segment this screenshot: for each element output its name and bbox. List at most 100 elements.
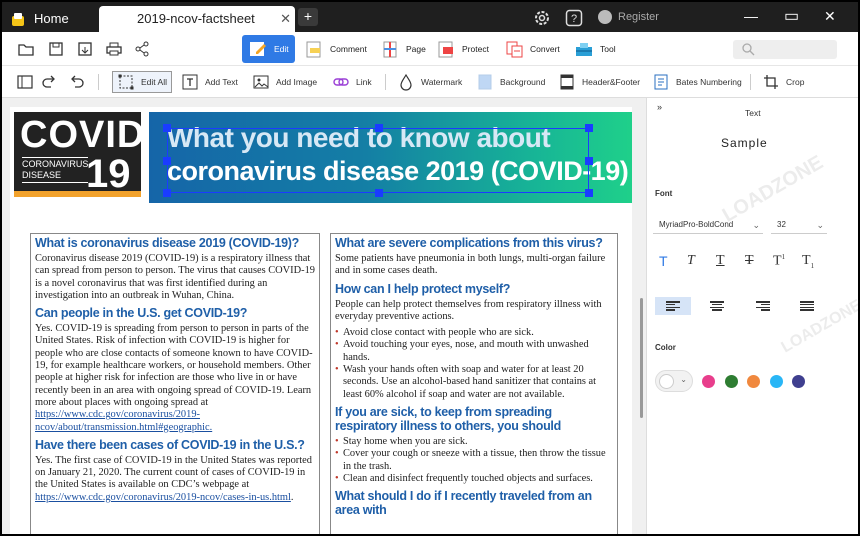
color-swatch-pink[interactable] xyxy=(702,375,715,388)
tab-close-button[interactable]: ✕ xyxy=(280,6,291,32)
color-swatch-orange[interactable] xyxy=(747,375,760,388)
strikethrough-button[interactable]: T xyxy=(745,253,754,269)
tool-tool[interactable]: Tool xyxy=(568,35,622,63)
document-viewport[interactable]: COVID CORONAVIRUS DISEASE 19 What you nee… xyxy=(2,98,646,534)
logo-disease-text: DISEASE xyxy=(22,170,62,180)
resize-handle[interactable] xyxy=(585,189,593,197)
logo-covid-text: COVID xyxy=(20,114,146,156)
align-justify-button[interactable] xyxy=(789,297,825,315)
save-icon[interactable] xyxy=(47,40,65,58)
add-text-button[interactable]: Add Text xyxy=(181,71,238,93)
text-selection-box[interactable] xyxy=(163,124,593,197)
user-avatar-icon xyxy=(598,10,612,24)
add-image-label: Add Image xyxy=(276,77,318,87)
paragraph-can-people-get: Yes. COVID-19 is spreading from person t… xyxy=(35,323,315,434)
vertical-scrollbar[interactable] xyxy=(640,298,643,418)
align-justify-icon xyxy=(800,301,814,311)
color-swatch-indigo[interactable] xyxy=(792,375,805,388)
header-footer-label: Header&Footer xyxy=(582,77,641,87)
settings-gear-icon[interactable] xyxy=(533,9,551,27)
redo-icon[interactable] xyxy=(40,73,58,91)
background-label: Background xyxy=(500,77,546,87)
color-swatch-light-blue[interactable] xyxy=(770,375,783,388)
align-left-button[interactable] xyxy=(655,297,691,315)
help-icon[interactable]: ? xyxy=(565,9,583,27)
toolbar-divider xyxy=(750,74,751,90)
align-right-button[interactable] xyxy=(745,297,781,315)
resize-handle[interactable] xyxy=(585,124,593,132)
subscript-button[interactable]: T1 xyxy=(802,253,814,270)
bates-numbering-label: Bates Numbering xyxy=(676,77,742,87)
close-window-button[interactable]: ✕ xyxy=(824,8,842,26)
tool-page[interactable]: Page xyxy=(374,35,432,63)
page-icon xyxy=(380,39,400,59)
link-button[interactable]: Link xyxy=(332,71,372,93)
align-center-button[interactable] xyxy=(699,297,735,315)
heading-complications: What are severe complications from this … xyxy=(335,236,603,250)
search-input[interactable] xyxy=(733,40,837,59)
align-right-icon xyxy=(756,301,770,311)
logo-coronavirus-disease-text: CORONAVIRUS DISEASE xyxy=(22,157,89,183)
heading-recently-traveled: What should I do if I recently traveled … xyxy=(335,489,592,518)
save-as-icon[interactable] xyxy=(76,40,94,58)
edit-all-button[interactable]: Edit All xyxy=(112,71,172,93)
tab-document[interactable]: 2019-ncov-factsheet ✕ xyxy=(99,6,295,32)
transmission-link[interactable]: https://www.cdc.gov/coronavirus/2019-nco… xyxy=(35,409,212,432)
new-tab-button[interactable]: + xyxy=(298,8,318,26)
toolbar-divider xyxy=(98,74,99,90)
watermark-button[interactable]: Watermark xyxy=(397,71,462,93)
font-sample-preview: Sample xyxy=(721,136,768,150)
superscript-button[interactable]: T1 xyxy=(773,253,785,270)
resize-handle[interactable] xyxy=(163,157,171,165)
header-footer-button[interactable]: Header&Footer xyxy=(558,71,640,93)
toolbox-icon xyxy=(574,39,594,59)
chevron-down-icon: ⌄ xyxy=(680,375,687,384)
link-label: Link xyxy=(356,77,372,87)
font-family-select[interactable]: MyriadPro-BoldCond ⌄ xyxy=(653,216,763,234)
tool-protect[interactable]: Protect xyxy=(430,35,495,63)
resize-handle[interactable] xyxy=(375,189,383,197)
share-icon[interactable] xyxy=(133,40,151,58)
background-button[interactable]: Background xyxy=(476,71,545,93)
crop-button[interactable]: Crop xyxy=(762,71,804,93)
list-item: Avoid close contact with people who are … xyxy=(335,327,613,340)
color-picker-dropdown[interactable]: ⌄ xyxy=(655,370,693,392)
regular-style-button[interactable]: T xyxy=(659,253,668,269)
pdf-page[interactable]: COVID CORONAVIRUS DISEASE 19 What you nee… xyxy=(10,107,632,534)
sidebar-toggle-icon[interactable] xyxy=(16,73,34,91)
tab-home[interactable]: Home xyxy=(10,5,69,32)
align-left-icon xyxy=(666,301,680,311)
underline-button[interactable]: T xyxy=(716,253,725,269)
resize-handle[interactable] xyxy=(375,124,383,132)
list-item: Avoid touching your eyes, nose, and mout… xyxy=(335,339,613,364)
tool-protect-label: Protect xyxy=(462,44,489,54)
resize-handle[interactable] xyxy=(163,124,171,132)
font-size-select[interactable]: 32 ⌄ xyxy=(771,216,827,234)
bates-numbering-icon xyxy=(652,73,670,91)
app-window: Home 2019-ncov-factsheet ✕ + ? Register … xyxy=(2,2,858,534)
register-label: Register xyxy=(618,11,659,23)
tool-comment[interactable]: Comment xyxy=(298,35,373,63)
add-image-button[interactable]: Add Image xyxy=(252,71,317,93)
resize-handle[interactable] xyxy=(585,157,593,165)
color-swatch-green[interactable] xyxy=(725,375,738,388)
print-icon[interactable] xyxy=(105,40,123,58)
undo-icon[interactable] xyxy=(68,73,86,91)
title-bar: Home 2019-ncov-factsheet ✕ + ? Register … xyxy=(2,2,858,32)
resize-handle[interactable] xyxy=(163,189,171,197)
tab-home-label: Home xyxy=(34,11,69,26)
cases-in-us-link[interactable]: https://www.cdc.gov/coronavirus/2019-nco… xyxy=(35,492,291,503)
font-size-value: 32 xyxy=(777,220,786,229)
collapse-panel-button[interactable]: » xyxy=(657,102,662,112)
bates-numbering-button[interactable]: Bates Numbering xyxy=(652,71,742,93)
minimize-button[interactable]: — xyxy=(744,8,762,26)
italic-button[interactable]: T xyxy=(687,253,695,269)
right-column: What are severe complications from this … xyxy=(330,233,618,534)
tool-convert[interactable]: Convert xyxy=(498,35,566,63)
maximize-button[interactable]: ▭ xyxy=(784,6,802,25)
open-folder-icon[interactable] xyxy=(17,40,35,58)
tab-document-label: 2019-ncov-factsheet xyxy=(137,11,255,26)
watermark-label: Watermark xyxy=(421,77,463,87)
register-link[interactable]: Register xyxy=(598,10,659,24)
tool-edit[interactable]: Edit xyxy=(242,35,295,63)
